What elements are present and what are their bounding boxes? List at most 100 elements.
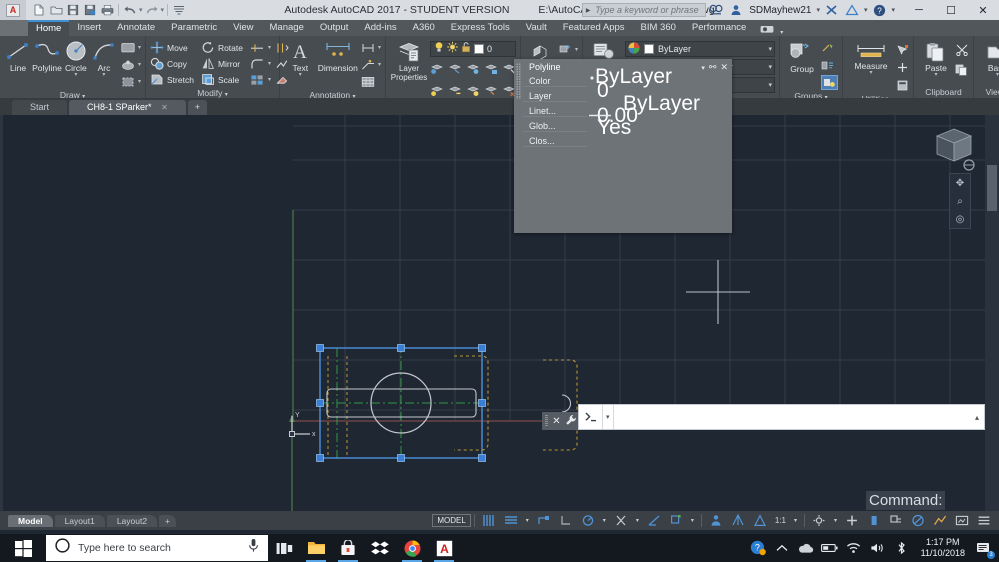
layer-freeze-icon[interactable] [466,62,480,80]
search-icon[interactable] [706,0,726,20]
paste-dropdown-icon[interactable]: ▾ [934,72,937,78]
hatch-button[interactable]: ▾ [121,40,141,55]
autodesk-360-icon[interactable] [842,0,862,20]
quick-select-button[interactable] [896,42,909,57]
task-view-icon[interactable] [268,534,300,562]
tab-insert[interactable]: Insert [69,20,109,36]
region-button[interactable]: ▾ [121,74,141,89]
workspace-icon[interactable] [808,511,830,530]
snap-dropdown-icon[interactable]: ▾ [522,511,533,530]
properties-palette[interactable]: ▾ ⚯ ✕ Polyline Color Layer Linet... Glob… [514,59,732,233]
layer-lock-icon[interactable] [484,62,498,80]
layer-properties-button[interactable]: Layer Properties [390,39,428,82]
gradient-dropdown-icon[interactable]: ▾ [138,61,141,68]
command-prompt-icon[interactable] [579,405,603,429]
customize-quick-access-icon[interactable] [171,2,187,18]
chrome-icon[interactable] [396,534,428,562]
measure-dropdown-icon[interactable]: ▾ [869,70,872,76]
layer-isolate-icon[interactable] [430,62,444,80]
line-button[interactable]: Line [4,38,32,73]
linetype-dropdown-icon[interactable]: ▾ [768,81,772,89]
avatar[interactable] [726,0,746,20]
zoom-icon[interactable]: ⌕ [950,192,970,210]
customization-plus-icon[interactable] [841,511,863,530]
ortho-mode-icon[interactable] [555,511,577,530]
stretch-button[interactable]: Stretch [150,72,194,87]
layout-tab-layout2[interactable]: Layout2 [106,514,158,527]
copy-clip-button[interactable] [955,62,969,77]
leader-dropdown-icon[interactable]: ▾ [378,61,381,68]
annotation-scale-value[interactable]: 1:1 [771,511,790,530]
gradient-button[interactable]: ▾ [121,57,141,72]
notifications-icon[interactable]: 3 [973,534,995,562]
ungroup-button[interactable] [821,41,838,56]
tab-view[interactable]: View [225,20,261,36]
panel-clipboard-title[interactable]: Clipboard [914,86,973,98]
annotation-visibility-icon[interactable] [705,511,727,530]
layout-tab-model[interactable]: Model [8,514,53,527]
tab-parametric[interactable]: Parametric [163,20,225,36]
save-as-icon[interactable] [82,2,98,18]
command-line[interactable]: ▾ ▴ [578,404,985,430]
search-dropdown-icon[interactable]: ▶ [583,7,593,14]
text-button[interactable]: A Text ▾ [284,38,317,78]
circle-dropdown-icon[interactable]: ▾ [74,72,77,78]
calculator-button[interactable] [896,78,909,93]
performance-icon[interactable] [929,511,951,530]
infocenter-search[interactable]: ▶ Type a keyword or phrase [582,3,707,17]
dimension-button[interactable]: Dimension [317,38,359,73]
plot-icon[interactable] [99,2,115,18]
object-snap-icon[interactable] [610,511,632,530]
user-name[interactable]: SDMayhew21 [746,5,814,16]
fillet-button[interactable]: ▾ [250,56,271,71]
trim-dropdown-icon[interactable]: ▾ [268,44,271,51]
dropbox-icon[interactable] [364,534,396,562]
command-line-close-icon[interactable]: ✕ [552,416,560,427]
drawing-canvas[interactable]: Y x ✥ ⌕ ◎ Command: [0,115,985,511]
customization-menu-icon[interactable] [973,511,995,530]
viewcube-icon[interactable] [931,125,977,171]
file-tab-ch8-1-sparker[interactable]: CH8-1 SParker* ✕ [69,100,186,115]
annotation-scale-sync-icon[interactable] [727,511,749,530]
battery-icon[interactable] [819,534,841,562]
pan-icon[interactable]: ✥ [950,174,970,192]
polyline-button[interactable]: Polyline [32,38,62,73]
tab-bim-360[interactable]: BIM 360 [633,20,684,36]
hatch-dropdown-icon[interactable]: ▾ [138,44,141,51]
model-space-button[interactable]: MODEL [432,514,471,527]
tab-featured-apps[interactable]: Featured Apps [555,20,633,36]
autocad-icon[interactable]: A [0,0,26,20]
undo-icon[interactable] [122,2,138,18]
help-icon[interactable]: ? [869,0,889,20]
arc-button[interactable]: Arc ▾ [90,38,118,78]
annotation-scale-dropdown-icon[interactable]: ▾ [790,511,801,530]
minimize-button[interactable]: ─ [903,0,935,20]
rotate-button[interactable]: Rotate [201,40,243,55]
scale-button[interactable]: Scale [201,72,243,87]
dimension-style-dropdown-icon[interactable]: ▾ [378,44,381,51]
help-notification-icon[interactable]: ? [747,534,769,562]
canvas-vertical-scrollbar[interactable] [985,115,999,511]
object-color-combo[interactable]: ByLayer ▾ [625,41,775,57]
tab-performance[interactable]: Performance [684,20,754,36]
help-dropdown-icon[interactable]: ▾ [889,6,897,14]
taskbar-search-box[interactable]: Type here to search [46,535,268,561]
panel-view-title[interactable]: View ▾ [974,86,999,98]
scrollbar-thumb[interactable] [987,165,997,211]
dynamic-ucs-icon[interactable] [665,511,687,530]
fillet-dropdown-icon[interactable]: ▾ [268,60,271,67]
command-line-grip[interactable] [545,415,549,427]
user-dropdown-icon[interactable]: ▾ [814,6,822,14]
measure-button[interactable]: Measure ▾ [847,40,895,76]
tab-express-tools[interactable]: Express Tools [443,20,518,36]
layout-display-icon[interactable] [951,511,973,530]
dimension-style-button[interactable]: ▾ [361,40,381,55]
trim-button[interactable]: ▾ [250,40,271,55]
taskbar-clock[interactable]: 1:17 PM 11/10/2018 [915,537,971,559]
create-block-button[interactable]: ▾ [559,42,578,57]
move-button[interactable]: Move [150,40,194,55]
sun-icon[interactable] [447,40,458,58]
lineweight-dropdown-icon[interactable]: ▾ [768,63,772,71]
infer-constraints-icon[interactable] [533,511,555,530]
onedrive-icon[interactable] [795,534,817,562]
